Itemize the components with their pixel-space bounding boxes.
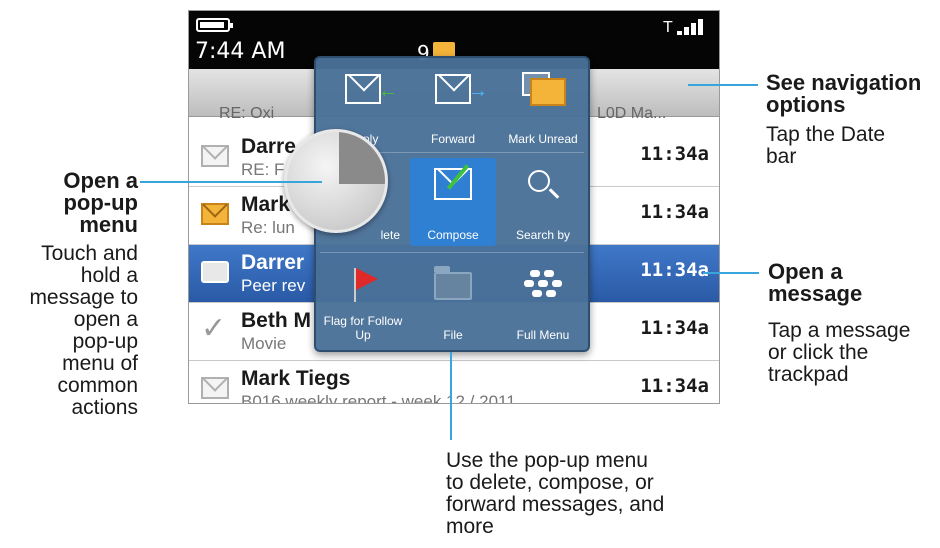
mark-unread-menu-item[interactable]: Mark Unread [500, 62, 586, 150]
message-subject: B016 weekly report - week 12 / 2011 [241, 392, 516, 404]
callout-navigation-body: Tap the Date bar [766, 123, 886, 168]
signal-strength-icon: T [663, 15, 711, 41]
file-menu-item[interactable]: File [410, 258, 496, 346]
read-envelope-icon [201, 377, 229, 399]
date-bar-right-text: L0D Ma... [597, 105, 667, 122]
message-time: 11:34a [640, 143, 709, 165]
folder-icon [434, 266, 472, 300]
clock: 7:44 AM [195, 39, 286, 64]
search-by-menu-item[interactable]: Search by [500, 158, 586, 246]
callout-navigation-heading: See navigation options [766, 70, 922, 117]
compose-menu-item[interactable]: Compose [410, 158, 496, 246]
blackberry-menu-icon [522, 270, 564, 298]
attachment-envelope-icon [201, 261, 229, 283]
callout-line-date-bar [688, 84, 758, 86]
callout-line-popup [450, 352, 452, 440]
forward-icon [435, 74, 471, 104]
message-subject: Re: lun [241, 218, 295, 237]
menu-item-label: Forward [430, 132, 475, 146]
message-row[interactable]: Mark Tiegs B016 weekly report - week 12 … [189, 361, 719, 404]
callout-line-open-message [703, 272, 759, 274]
message-time: 11:34a [640, 201, 709, 223]
full-menu-item[interactable]: Full Menu [500, 258, 586, 346]
unread-envelope-icon [201, 203, 229, 225]
menu-item-label: Full Menu [516, 328, 570, 342]
menu-item-label: Compose [427, 228, 479, 242]
callout-open-message-heading: Open a message [768, 259, 863, 306]
message-sender: Beth M [241, 309, 311, 332]
message-sender: Darrer [241, 251, 305, 274]
menu-item-label: File [443, 328, 463, 342]
callout-popup-body: Use the pop-up menu to delete, compose, o… [446, 449, 665, 538]
message-sender: Mark [241, 193, 291, 216]
menu-item-label: Flag for Follow Up [323, 314, 403, 342]
mark-unread-icon [530, 78, 566, 106]
sent-check-icon: ✓ [201, 312, 227, 345]
read-envelope-icon [201, 145, 229, 167]
message-time: 11:34a [640, 317, 709, 339]
menu-item-label: Search by [515, 228, 571, 242]
forward-menu-item[interactable]: → Forward [410, 62, 496, 150]
battery-icon [196, 18, 233, 32]
search-icon [528, 170, 550, 192]
reply-icon [345, 74, 381, 104]
forward-arrow-icon: → [468, 80, 488, 102]
callout-left-body: Touch and hold a message to open a pop-up men… [29, 242, 138, 419]
message-subject: Movie [241, 334, 287, 353]
message-sender: Darre [241, 135, 296, 158]
message-time: 11:34a [640, 259, 709, 281]
callout-line-left [140, 181, 322, 183]
reply-arrow-icon: ← [378, 80, 398, 102]
flag-menu-item[interactable]: Flag for Follow Up [320, 258, 406, 346]
callout-left-heading: Open a pop-up menu [63, 168, 138, 237]
menu-item-label: Mark Unread [508, 132, 578, 146]
message-subject: Peer rev [241, 276, 306, 295]
callout-open-message-body: Tap a message or click the trackpad [768, 319, 911, 386]
message-time: 11:34a [640, 375, 709, 397]
message-sender: Mark Tiegs [241, 367, 351, 390]
message-subject: RE: F [241, 160, 285, 179]
date-bar-left-text: RE: Oxi [219, 105, 275, 122]
flag-icon [356, 268, 378, 290]
